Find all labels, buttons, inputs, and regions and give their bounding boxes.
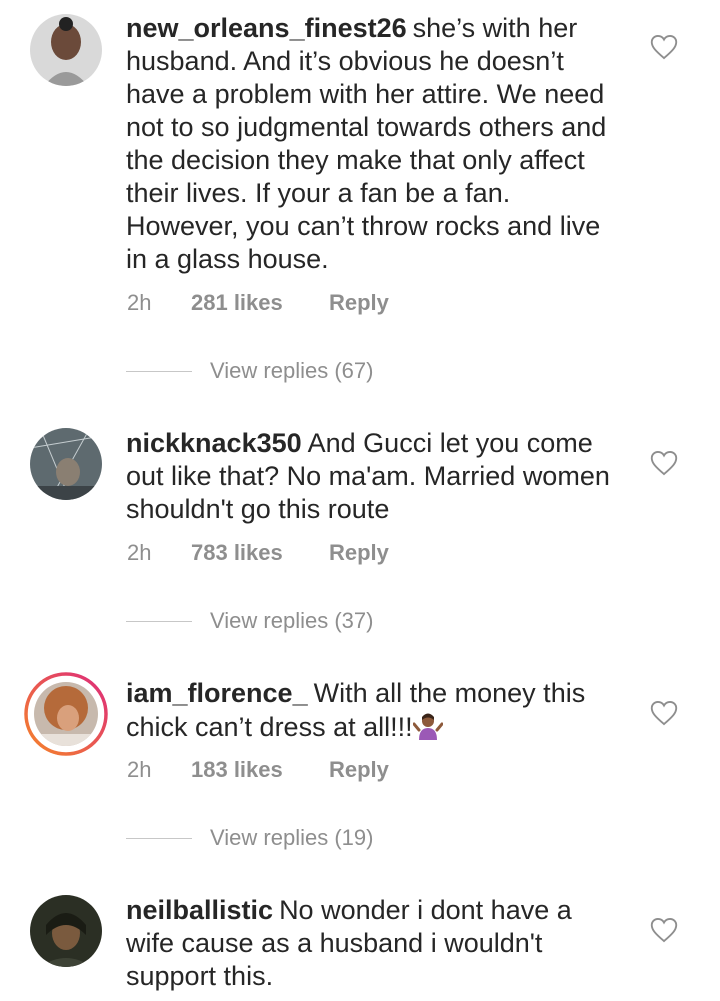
view-replies-link[interactable]: View replies (19) xyxy=(126,823,373,853)
heart-outline-icon[interactable] xyxy=(650,34,678,60)
comment-username[interactable]: neilballistic xyxy=(126,895,273,925)
comment-meta: 2h 183 likes Reply xyxy=(127,757,389,783)
divider xyxy=(126,370,192,372)
comment-time: 2h xyxy=(127,290,152,315)
person-shrugging-emoji xyxy=(412,713,443,740)
comment-meta: 2h 783 likes Reply xyxy=(127,540,389,566)
comment-body: nickknack350 And Gucci let you come out l… xyxy=(126,427,626,526)
comment-likes[interactable]: 183 likes xyxy=(191,757,329,783)
avatar[interactable] xyxy=(24,672,108,756)
avatar[interactable] xyxy=(30,428,102,500)
view-replies-link[interactable]: View replies (37) xyxy=(126,606,373,636)
comment-username[interactable]: nickknack350 xyxy=(126,428,302,458)
view-replies-link[interactable]: View replies (67) xyxy=(126,356,373,386)
comment-body: iam_florence_ With all the money this chi… xyxy=(126,677,626,744)
comment-username[interactable]: iam_florence_ xyxy=(126,678,308,708)
view-replies-label[interactable]: View replies (19) xyxy=(210,825,373,851)
view-replies-label[interactable]: View replies (67) xyxy=(210,358,373,384)
avatar[interactable] xyxy=(30,895,102,967)
heart-outline-icon[interactable] xyxy=(650,700,678,726)
heart-outline-icon[interactable] xyxy=(650,917,678,943)
comment-time: 2h xyxy=(127,540,152,565)
reply-button[interactable]: Reply xyxy=(329,540,389,566)
comment-time: 2h xyxy=(127,757,152,782)
comment-meta: 2h 281 likes Reply xyxy=(127,290,389,316)
view-replies-label[interactable]: View replies (37) xyxy=(210,608,373,634)
avatar[interactable] xyxy=(30,14,102,86)
reply-button[interactable]: Reply xyxy=(329,757,389,783)
reply-button[interactable]: Reply xyxy=(329,290,389,316)
comment-text: she’s with her husband. And it’s obvious… xyxy=(126,13,607,274)
divider xyxy=(126,620,192,622)
comment-body: neilballistic No wonder i dont have a wif… xyxy=(126,894,626,993)
comment-body: new_orleans_finest26 she’s with her husba… xyxy=(126,12,626,276)
heart-outline-icon[interactable] xyxy=(650,450,678,476)
comment-likes[interactable]: 281 likes xyxy=(191,290,329,316)
comment-likes[interactable]: 783 likes xyxy=(191,540,329,566)
divider xyxy=(126,837,192,839)
comment-username[interactable]: new_orleans_finest26 xyxy=(126,13,407,43)
